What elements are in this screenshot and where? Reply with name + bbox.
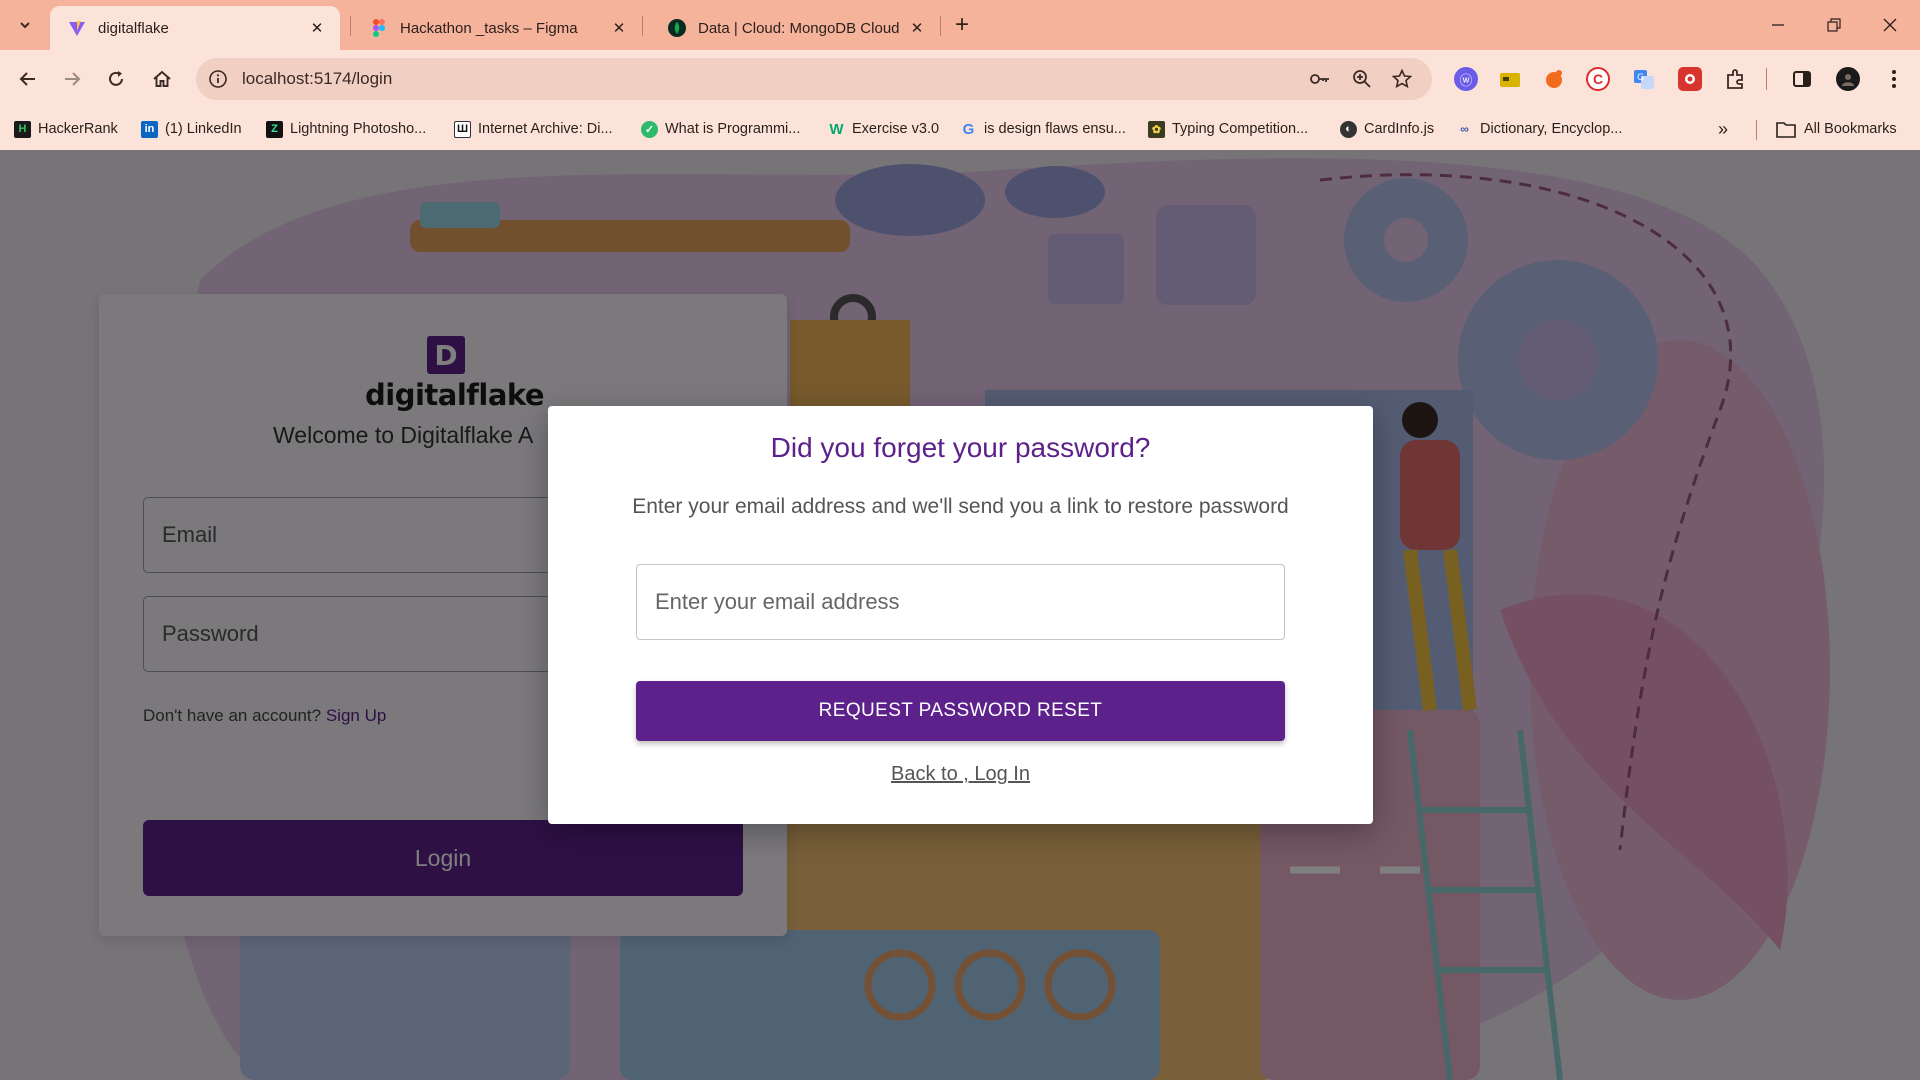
- minimize-icon: [1772, 24, 1784, 26]
- folder-icon: [1776, 121, 1796, 138]
- extension-w-icon[interactable]: ⓦ: [1454, 67, 1478, 91]
- bookmark-label: Dictionary, Encyclop...: [1480, 121, 1623, 137]
- extension-red-icon[interactable]: [1678, 67, 1702, 91]
- bookmark-item[interactable]: ✿ Typing Competition...: [1148, 118, 1308, 140]
- bookmark-item[interactable]: Z Lightning Photosho...: [266, 118, 426, 140]
- bookmark-star-icon[interactable]: [1390, 67, 1414, 91]
- more-bookmarks-button[interactable]: »: [1718, 118, 1728, 140]
- all-bookmarks-label: All Bookmarks: [1804, 121, 1897, 137]
- tab-digitalflake[interactable]: digitalflake ✕: [50, 6, 340, 50]
- browser-toolbar: localhost:5174/login ⓦ C G: [0, 50, 1920, 108]
- back-button[interactable]: [12, 63, 44, 95]
- zoom-icon[interactable]: [1350, 67, 1374, 91]
- lightning-icon: Z: [266, 120, 283, 138]
- menu-dots-icon[interactable]: [1882, 67, 1906, 91]
- tab-search-button[interactable]: [10, 11, 40, 39]
- hackerrank-icon: H: [14, 120, 31, 138]
- bookmark-label: Internet Archive: Di...: [478, 121, 613, 137]
- archive-icon: Ш: [454, 120, 471, 138]
- tab-divider: [940, 16, 941, 36]
- google-icon: G: [962, 120, 975, 138]
- bookmark-item[interactable]: W Exercise v3.0: [828, 118, 939, 140]
- forgot-password-dialog: Did you forget your password? Enter your…: [548, 406, 1373, 824]
- close-window-button[interactable]: [1862, 0, 1918, 50]
- bookmarks-divider: [1756, 120, 1757, 140]
- translate-icon[interactable]: G: [1632, 67, 1656, 91]
- restore-icon: [1827, 18, 1841, 32]
- close-tab-icon[interactable]: ✕: [610, 19, 628, 37]
- request-password-reset-button[interactable]: REQUEST PASSWORD RESET: [636, 681, 1285, 741]
- bookmark-label: (1) LinkedIn: [165, 121, 242, 137]
- key-icon[interactable]: [1308, 67, 1332, 91]
- tab-title: Data | Cloud: MongoDB Cloud: [698, 19, 900, 37]
- back-to-login-link[interactable]: Back to , Log In: [548, 763, 1373, 786]
- bookmark-label: CardInfo.js: [1364, 121, 1435, 137]
- figma-icon: [370, 19, 388, 37]
- extension-folder-icon[interactable]: [1498, 67, 1522, 91]
- bookmarks-bar: H HackerRank in (1) LinkedIn Z Lightning…: [0, 108, 1920, 150]
- typing-icon: ✿: [1148, 120, 1165, 138]
- tab-mongodb[interactable]: Data | Cloud: MongoDB Cloud ✕: [650, 6, 940, 50]
- vite-icon: [68, 19, 86, 37]
- bookmark-item[interactable]: ◐ CardInfo.js: [1340, 118, 1434, 140]
- bookmark-item[interactable]: in (1) LinkedIn: [141, 118, 242, 140]
- bookmark-label: What is Programmi...: [665, 121, 801, 137]
- profile-avatar[interactable]: [1836, 67, 1860, 91]
- reload-icon: [109, 71, 123, 86]
- bookmark-item[interactable]: ∞ Dictionary, Encyclop...: [1456, 118, 1622, 140]
- mongodb-icon: [668, 19, 686, 37]
- all-bookmarks-button[interactable]: All Bookmarks: [1776, 118, 1897, 140]
- chevron-down-icon: [20, 22, 30, 29]
- extension-orange-icon[interactable]: [1542, 67, 1566, 91]
- linkedin-icon: in: [141, 120, 158, 138]
- reload-button[interactable]: [100, 63, 132, 95]
- tab-divider: [642, 16, 643, 36]
- url-text: localhost:5174/login: [242, 69, 393, 88]
- bookmark-label: Lightning Photosho...: [290, 121, 427, 137]
- page-viewport: D digitalflake Welcome to Digitalflake A…: [0, 150, 1920, 1080]
- dialog-title: Did you forget your password?: [770, 432, 1151, 463]
- close-tab-icon[interactable]: ✕: [308, 19, 326, 37]
- arrow-right-icon: [65, 72, 81, 86]
- bookmark-label: HackerRank: [38, 121, 118, 137]
- forward-button[interactable]: [56, 63, 88, 95]
- w3-icon: W: [829, 120, 844, 138]
- restore-button[interactable]: [1806, 0, 1862, 50]
- address-bar[interactable]: localhost:5174/login: [196, 58, 1432, 100]
- home-button[interactable]: [146, 63, 178, 95]
- bookmark-label: is design flaws ensu...: [984, 121, 1126, 137]
- minimize-button[interactable]: [1750, 0, 1806, 50]
- arrow-left-icon: [19, 72, 35, 86]
- bookmark-item[interactable]: ✓ What is Programmi...: [641, 118, 800, 140]
- extensions-puzzle-icon[interactable]: [1724, 67, 1748, 91]
- home-icon: [153, 70, 171, 87]
- globe-icon: ◐: [1340, 120, 1357, 138]
- dialog-description: Enter your email address and we'll send …: [632, 495, 1289, 518]
- side-panel-icon[interactable]: [1790, 67, 1814, 91]
- tab-title: Hackathon _tasks – Figma: [400, 19, 578, 37]
- tab-figma[interactable]: Hackathon _tasks – Figma ✕: [352, 6, 642, 50]
- new-tab-button[interactable]: +: [948, 11, 976, 39]
- browser-tab-bar: digitalflake ✕ Hackathon _tasks – Figma …: [0, 0, 1920, 50]
- extension-c-icon[interactable]: C: [1586, 67, 1610, 91]
- dictionary-icon: ∞: [1460, 122, 1469, 136]
- bookmark-item[interactable]: Ш Internet Archive: Di...: [454, 118, 613, 140]
- reset-email-input[interactable]: [636, 564, 1285, 640]
- close-tab-icon[interactable]: ✕: [908, 19, 926, 37]
- svg-text:G: G: [1637, 73, 1644, 83]
- bookmark-label: Exercise v3.0: [852, 121, 940, 137]
- double-chevron-right-icon: »: [1718, 118, 1729, 139]
- site-info-icon[interactable]: [206, 67, 230, 91]
- shield-icon: ✓: [641, 120, 658, 138]
- toolbar-divider: [1766, 68, 1767, 90]
- tab-divider: [350, 16, 351, 36]
- bookmark-item[interactable]: H HackerRank: [14, 118, 118, 140]
- tab-title: digitalflake: [98, 19, 169, 37]
- close-icon: [1883, 18, 1897, 32]
- bookmark-label: Typing Competition...: [1172, 121, 1309, 137]
- bookmark-item[interactable]: G is design flaws ensu...: [960, 118, 1126, 140]
